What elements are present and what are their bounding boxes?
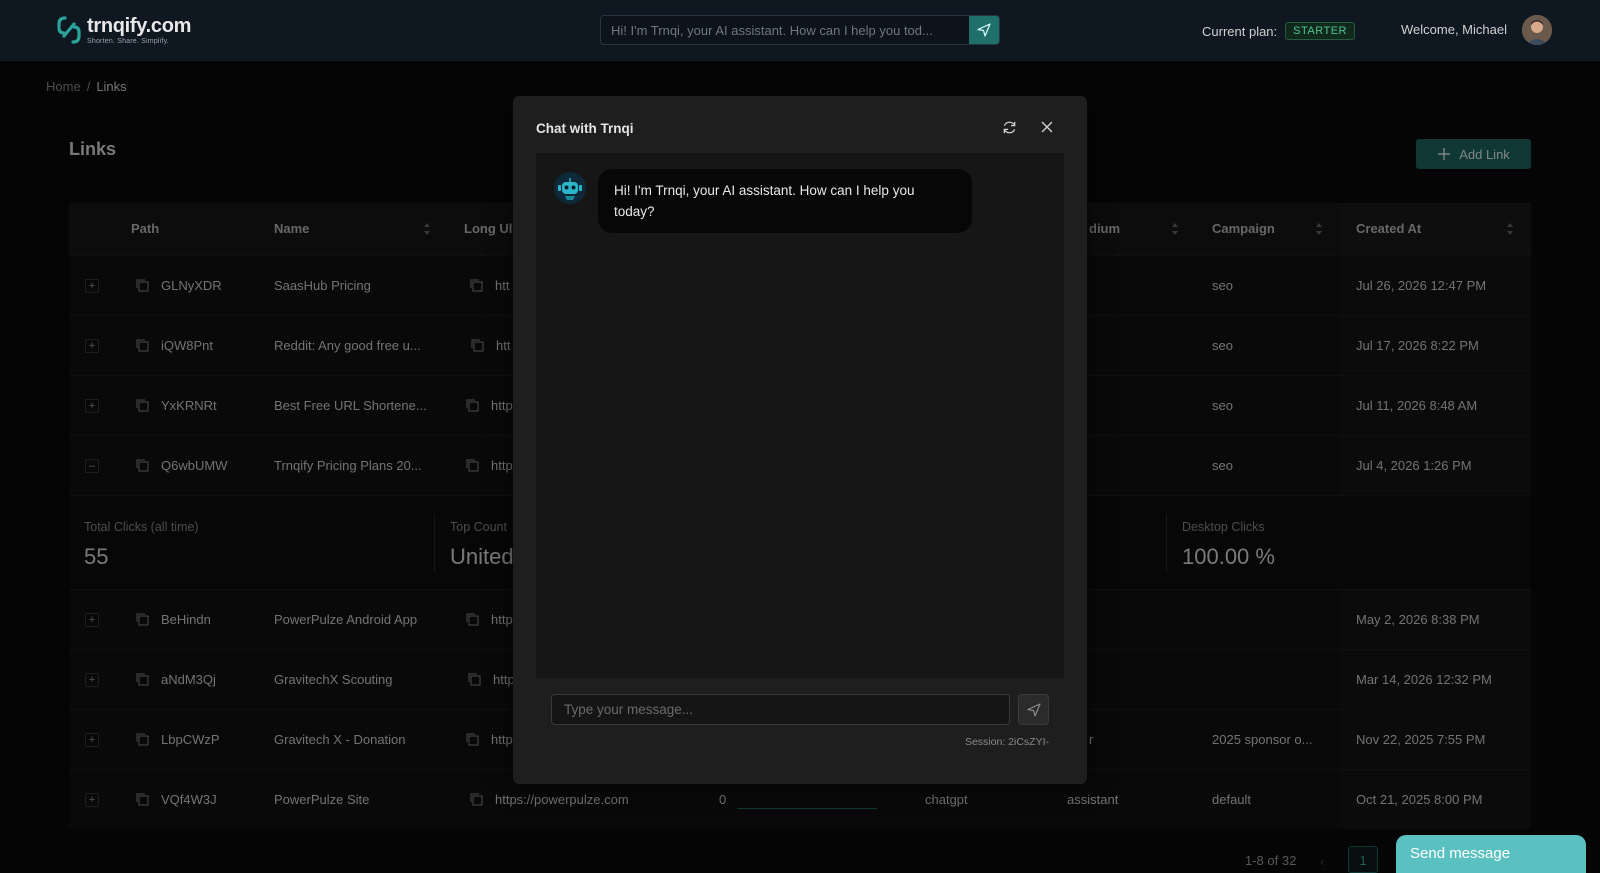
avatar-image — [1522, 15, 1552, 45]
refresh-button[interactable] — [1000, 118, 1018, 136]
plan-label: Current plan: — [1202, 23, 1278, 39]
send-icon — [1026, 702, 1041, 717]
chat-messages[interactable]: Hi! I'm Trnqi, your AI assistant. How ca… — [536, 153, 1064, 678]
session-id: Session: 2iCsZYI- — [964, 736, 1049, 748]
close-button[interactable] — [1038, 118, 1056, 136]
bot-message-bubble: Hi! I'm Trnqi, your AI assistant. How ca… — [598, 169, 972, 233]
ai-search-input[interactable] — [601, 16, 969, 44]
brand-name: trnqify.com — [87, 14, 192, 37]
send-message-widget-button[interactable]: Send message — [1396, 835, 1586, 873]
chat-send-button[interactable] — [1018, 694, 1049, 725]
send-icon — [977, 23, 991, 37]
refresh-icon — [1003, 121, 1015, 133]
current-plan: Current plan: STARTER — [1202, 22, 1355, 40]
welcome-text: Welcome, Michael — [1401, 22, 1507, 37]
logo[interactable]: trnqify.com Shorten. Share. Simplify. — [55, 14, 191, 46]
top-bar: trnqify.com Shorten. Share. Simplify. Cu… — [0, 0, 1600, 61]
link-chain-icon — [57, 16, 81, 44]
close-icon — [1041, 121, 1053, 133]
user-avatar[interactable] — [1522, 15, 1552, 45]
plan-badge: STARTER — [1285, 22, 1355, 40]
ai-search-send-button[interactable] — [969, 16, 999, 44]
ai-search-bar — [600, 15, 1000, 45]
chat-modal: Chat with Trnqi Hi! I'm Trnqi, your AI a… — [513, 96, 1087, 784]
robot-icon — [554, 172, 586, 204]
modal-title: Chat with Trnqi — [536, 121, 634, 136]
brand-tagline: Shorten. Share. Simplify. — [87, 37, 169, 45]
chat-message-input[interactable] — [551, 694, 1010, 725]
